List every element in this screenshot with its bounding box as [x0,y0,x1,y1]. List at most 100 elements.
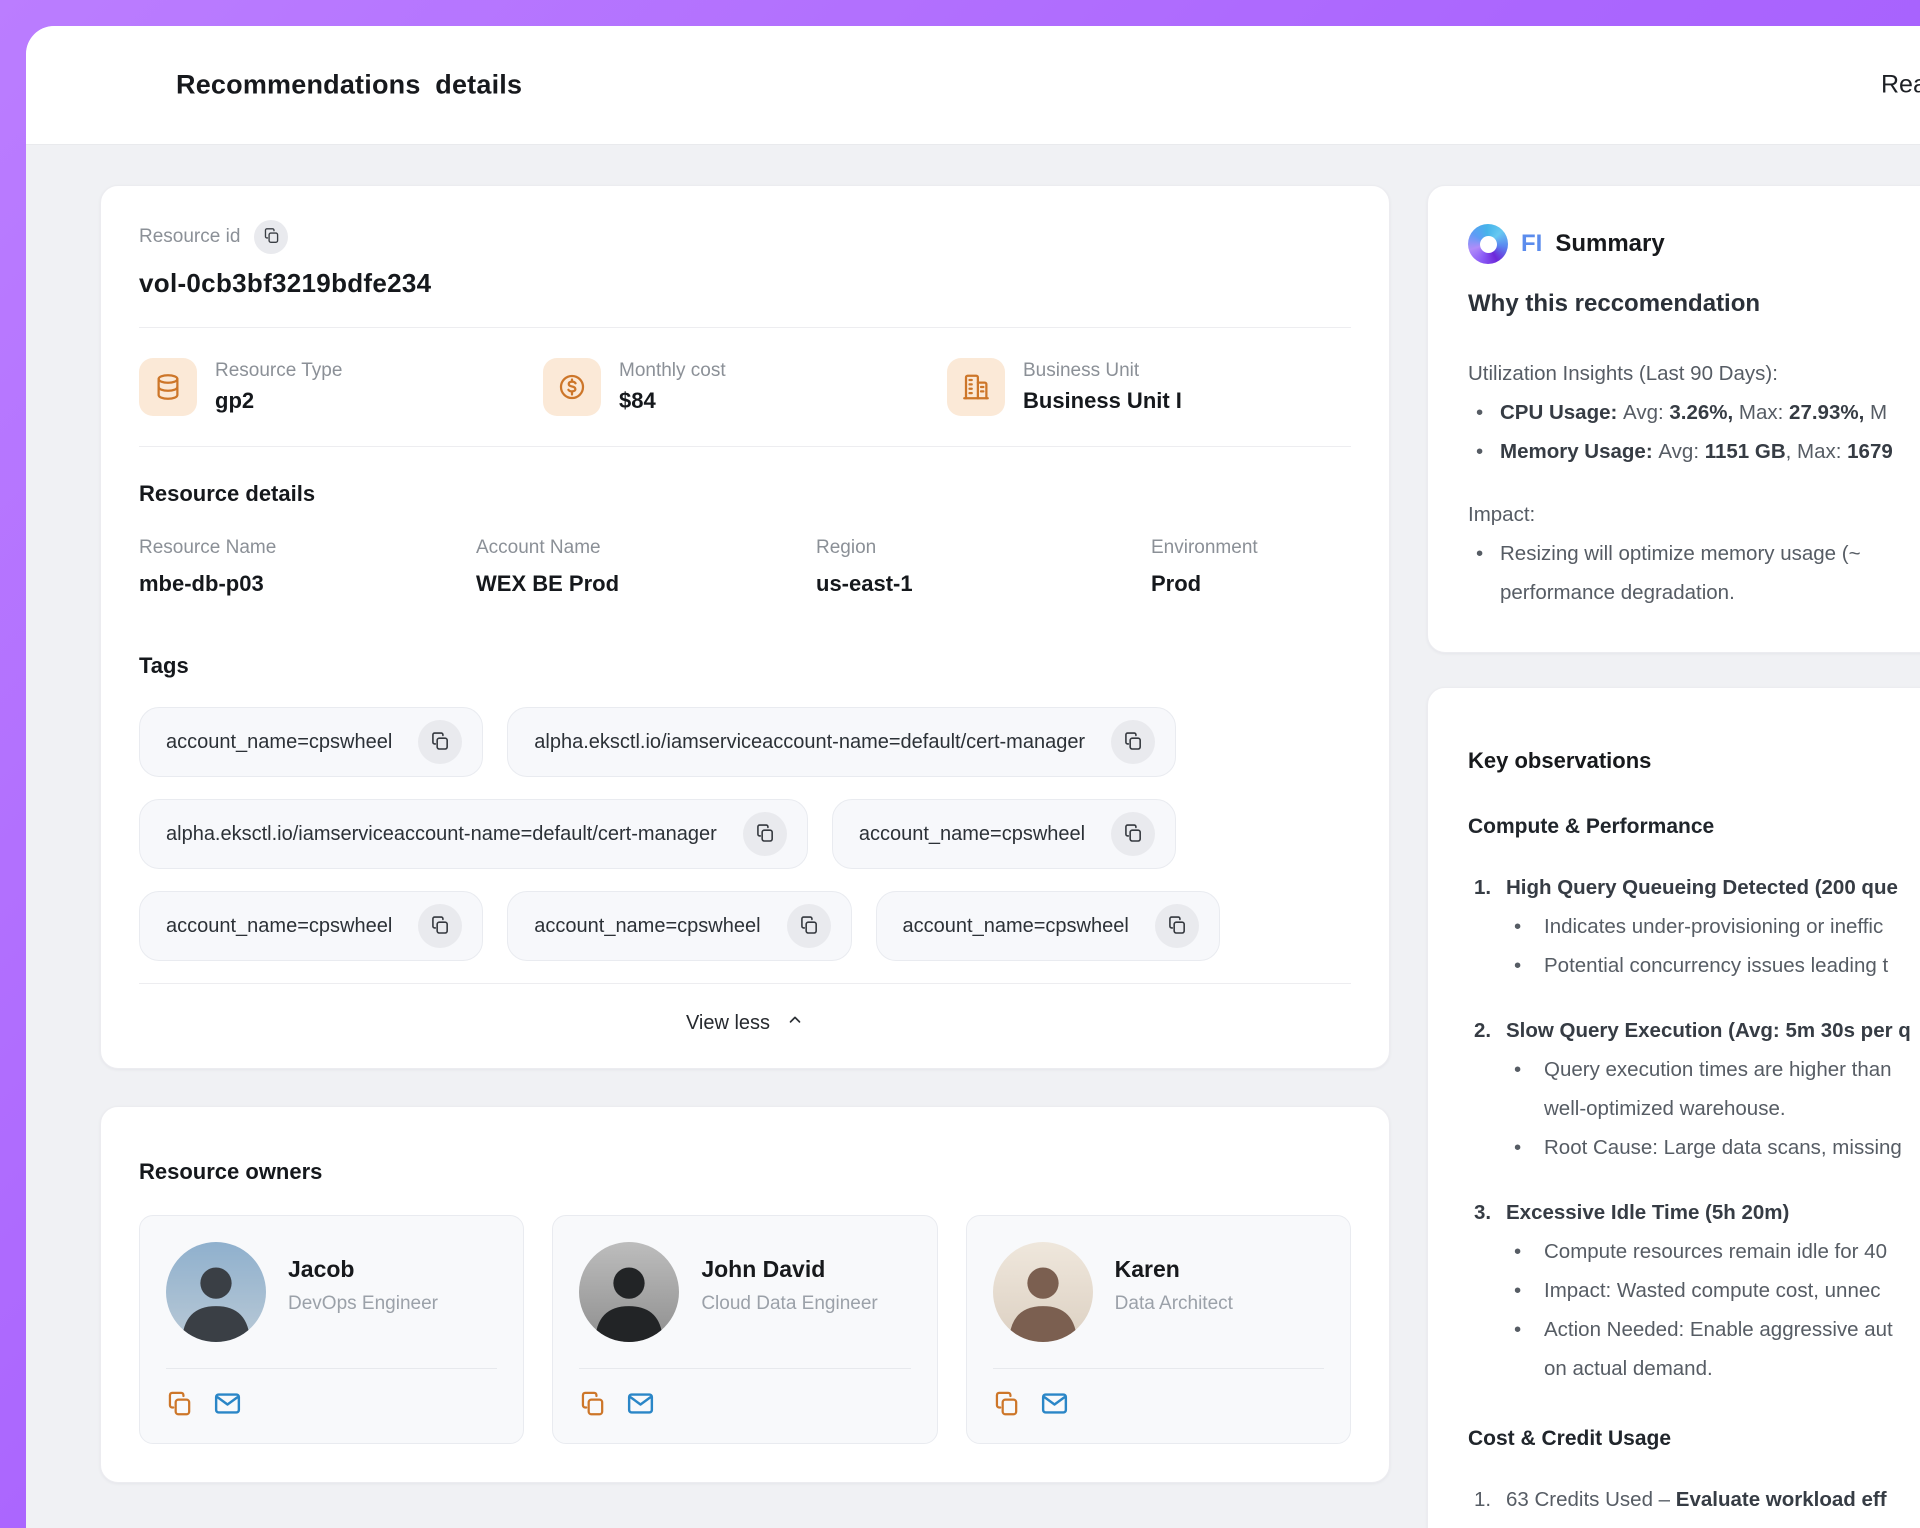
copy-tag-button[interactable] [1155,904,1199,948]
tag-pill: account_name=cpswheel [832,799,1176,869]
bullet-dot: • [1514,907,1521,946]
fi-ring-logo [1468,224,1508,264]
database-icon [139,358,197,416]
copy-icon [430,915,450,938]
text-line: •Action Needed: Enable aggressive aut [1468,1310,1920,1349]
copy-owner-button[interactable] [166,1390,193,1420]
tag-text: alpha.eksctl.io/iamserviceaccount-name=d… [534,731,1085,754]
fi-logo-text: FI [1521,230,1542,258]
dollar-circle-icon [543,358,601,416]
copy-icon [1167,915,1187,938]
header-right-link-partial[interactable]: Rea [1881,71,1920,100]
summary-title: Summary [1555,230,1664,258]
detail-value: Prod [1151,571,1351,597]
text-line: performance degradation. [1468,573,1920,612]
text-line: Utilization Insights (Last 90 Days): [1468,354,1920,393]
text-line: •Impact: Wasted compute cost, unnec [1468,1271,1920,1310]
tag-pill: account_name=cpswheel [139,707,483,777]
bullet-dot: • [1476,393,1483,432]
copy-icon [430,731,450,754]
view-less-label: View less [686,1012,770,1035]
copy-icon [263,227,280,247]
email-owner-button[interactable] [213,1389,242,1421]
resource-owners-card: Resource owners Jacob DevOps Engineer [100,1106,1390,1483]
divider [139,446,1351,447]
tag-text: account_name=cpswheel [166,731,392,754]
copy-owner-button[interactable] [579,1390,606,1420]
copy-tag-button[interactable] [418,904,462,948]
tag-pill: alpha.eksctl.io/iamserviceaccount-name=d… [139,799,808,869]
detail-value: WEX BE Prod [476,571,816,597]
email-owner-button[interactable] [626,1389,655,1421]
owner-role: Cloud Data Engineer [701,1293,877,1315]
main-column: Resource id vol-0cb3bf3219bdfe234 Resour… [100,185,1390,1483]
section-subheading: Cost & Credit Usage [1468,1424,1920,1454]
bullet-dot: • [1514,1050,1521,1089]
detail-label: Resource Name [139,537,476,559]
observations-text: Compute & Performance1.High Query Queuei… [1468,812,1920,1528]
resource-id-label: Resource id [139,226,240,248]
stat-value: $84 [619,388,726,414]
text-line: on actual demand. [1468,1349,1920,1388]
bullet-dot: • [1476,534,1483,573]
summary-text: Utilization Insights (Last 90 Days):•CPU… [1468,354,1920,612]
owner-name: Jacob [288,1256,438,1283]
stat-label: Business Unit [1023,360,1182,382]
text-line: 3.Excessive Idle Time (5h 20m) [1468,1193,1920,1232]
tag-pill: account_name=cpswheel [507,891,851,961]
tag-pill: account_name=cpswheel [139,891,483,961]
owner-card: Karen Data Architect [966,1215,1351,1444]
owner-card: John David Cloud Data Engineer [552,1215,937,1444]
tag-row: alpha.eksctl.io/iamserviceaccount-name=d… [139,799,1351,869]
bullet-dot: • [1514,1271,1521,1310]
mail-icon [626,1389,655,1421]
copy-tag-button[interactable] [787,904,831,948]
divider [139,327,1351,328]
tag-row: account_name=cpswheel alpha.eksctl.io/ia… [139,707,1351,777]
tag-pill: alpha.eksctl.io/iamserviceaccount-name=d… [507,707,1176,777]
copy-owner-button[interactable] [993,1390,1020,1420]
app-window: Recommendations details Rea Resource id … [26,26,1920,1528]
owners-row: Jacob DevOps Engineer John David Cloud D… [139,1215,1351,1444]
text-line: 1.High Query Queueing Detected (200 que [1468,868,1920,907]
detail-label: Region [816,537,1151,559]
stat-label: Monthly cost [619,360,726,382]
fi-summary-header: FI Summary [1468,224,1920,264]
stat-value: Business Unit I [1023,388,1182,414]
copy-icon [1123,823,1143,846]
building-icon [947,358,1005,416]
tag-text: account_name=cpswheel [903,915,1129,938]
copy-icon [755,823,775,846]
text-line: 2.Slow Query Execution (Avg: 5m 30s per … [1468,1011,1920,1050]
copy-tag-button[interactable] [743,812,787,856]
tag-text: alpha.eksctl.io/iamserviceaccount-name=d… [166,823,717,846]
detail-column: Account Name WEX BE Prod [476,537,816,597]
copy-tag-button[interactable] [418,720,462,764]
tag-text: account_name=cpswheel [859,823,1085,846]
owner-card: Jacob DevOps Engineer [139,1215,524,1444]
bullet-dot: • [1514,1232,1521,1271]
email-owner-button[interactable] [1040,1389,1069,1421]
divider [166,1368,497,1369]
copy-tag-button[interactable] [1111,720,1155,764]
bullet-dot: • [1476,432,1483,471]
copy-tag-button[interactable] [1111,812,1155,856]
summary-sidebar: FI Summary Why this reccomendation Utili… [1427,185,1920,1528]
text-line: •CPU Usage: Avg: 3.26%, Max: 27.93%, M [1468,393,1920,432]
bullet-dot: • [1514,946,1521,985]
detail-label: Environment [1151,537,1351,559]
copy-icon [166,1390,193,1420]
detail-label: Account Name [476,537,816,559]
text-line: •Root Cause: Large data scans, missing [1468,1128,1920,1167]
key-observations-heading: Key observations [1468,746,1920,776]
tag-text: account_name=cpswheel [534,915,760,938]
view-less-button[interactable]: View less [139,984,1351,1062]
page-title: Recommendations details [176,70,522,101]
copy-resource-id-button[interactable] [254,220,288,254]
detail-column: Environment Prod [1151,537,1351,597]
tag-row: account_name=cpswheel account_name=cpswh… [139,891,1351,961]
bullet-dot: • [1514,1310,1521,1349]
text-line: •Compute resources remain idle for 40 [1468,1232,1920,1271]
stat-label: Resource Type [215,360,342,382]
avatar [993,1242,1093,1342]
